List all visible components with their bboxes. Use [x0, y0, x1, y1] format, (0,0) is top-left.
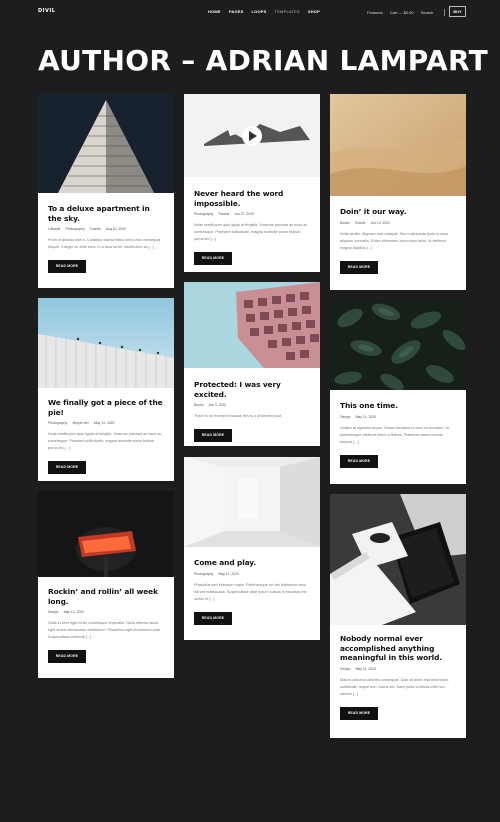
post-excerpt: Mauris placerat ultricies consequat. Dui… [340, 677, 449, 696]
post-date: Aug 10, 2020 [105, 227, 126, 231]
nav-search[interactable]: Search [421, 10, 434, 15]
post-meta: Lifestyle Photography Travels Aug 10, 20… [48, 227, 164, 231]
read-more-button[interactable]: READ MORE [194, 611, 232, 625]
post-meta: Photography Travels Jun 27, 2020 [194, 212, 310, 216]
post-date: May 12, 2020 [218, 571, 239, 576]
main-nav: HOME PAGES LOOPS TEMPLATES SHOP [208, 9, 320, 14]
site-header: DIVIL HOME PAGES LOOPS TEMPLATES SHOP Fe… [0, 0, 500, 24]
post-category[interactable]: Books [340, 221, 349, 225]
post-excerpt: Phasellus sed interdum turpis. Pellentes… [194, 582, 307, 601]
post-title[interactable]: Never heard the word impossible. [194, 189, 310, 208]
read-more-button[interactable]: READ MORE [340, 260, 378, 274]
post-category[interactable]: Design [48, 610, 59, 614]
post-image[interactable] [38, 491, 174, 577]
post-card: We finally got a piece of the pie! Photo… [38, 298, 174, 481]
post-meta: Design May 14, 2020 [340, 415, 456, 419]
post-title[interactable]: Rockin’ and rollin’ all week long. [48, 587, 164, 606]
post-title[interactable]: Doin’ it our way. [340, 207, 456, 217]
post-category[interactable]: Travels [354, 221, 365, 225]
post-excerpt: Proin id gravida libero. Curabitur lacin… [48, 238, 161, 249]
post-title[interactable]: This one time. [340, 401, 456, 411]
post-excerpt: Nulla id sem eget tortor scelerisque imp… [48, 621, 162, 639]
post-date: May 14, 2020 [355, 414, 377, 419]
post-card: To a deluxe apartment in the sky. Lifest… [38, 94, 174, 288]
post-excerpt: Nulla facilisi. Aliquam erat volutpat. S… [340, 231, 449, 250]
read-more-button[interactable]: READ MORE [194, 252, 232, 265]
page-title: AUTHOR – ADRIAN LAMPART [38, 44, 488, 77]
nav-home[interactable]: HOME [208, 9, 221, 14]
read-more-button[interactable]: READ MORE [48, 260, 86, 273]
read-more-button[interactable]: READ MORE [340, 706, 378, 720]
post-meta: Design May 13, 2020 [48, 610, 164, 614]
post-date: May 11, 2020 [355, 666, 376, 671]
post-date: May 14, 2020 [93, 421, 115, 425]
post-excerpt: Nullam at egestas neque. Donec tincidunt… [340, 425, 450, 444]
nav-cart[interactable]: Cart — $0.00 [390, 10, 414, 15]
post-image[interactable] [330, 300, 466, 390]
post-image[interactable] [184, 94, 320, 177]
post-card: Protected: I was very excited. Books Jan… [184, 282, 320, 446]
nav-loops[interactable]: LOOPS [252, 9, 267, 14]
post-image[interactable] [38, 298, 174, 388]
post-title[interactable]: Come and play. [194, 558, 310, 568]
nav-shop[interactable]: SHOP [308, 9, 320, 14]
buy-button[interactable]: BUY [449, 6, 466, 17]
post-image[interactable] [184, 282, 320, 368]
secondary-nav: Features Cart — $0.00 Search [367, 9, 449, 16]
post-card: Nobody normal ever accomplished anything… [330, 494, 466, 738]
post-date: Jan 3, 2020 [208, 403, 227, 407]
post-title[interactable]: To a deluxe apartment in the sky. [48, 204, 164, 223]
post-meta: Books Travels Jun 14, 2020 [340, 221, 456, 225]
post-card: Rockin’ and rollin’ all week long. Desig… [38, 491, 174, 678]
site-logo[interactable]: DIVIL [38, 8, 55, 14]
post-card: This one time. Design May 14, 2020 Nulla… [330, 300, 466, 484]
read-more-button[interactable]: READ MORE [48, 461, 86, 474]
post-category[interactable]: Design [340, 667, 351, 671]
post-image[interactable] [38, 94, 174, 193]
post-meta: Photography Simple Mix May 14, 2020 [48, 421, 164, 425]
post-category[interactable]: Photography [48, 421, 67, 425]
post-date: Jun 27, 2020 [234, 212, 254, 216]
post-meta: Books Jan 3, 2020 [194, 403, 310, 407]
post-title[interactable]: Nobody normal ever accomplished anything… [340, 634, 456, 663]
post-category[interactable]: Travels [218, 212, 229, 216]
nav-divider [444, 9, 446, 16]
post-category[interactable]: Photography [194, 212, 213, 216]
post-excerpt: Nulla vestibulum quis ligula at fringill… [48, 432, 162, 450]
nav-features[interactable]: Features [367, 10, 383, 15]
post-category[interactable]: Books [194, 403, 203, 407]
post-date: May 13, 2020 [63, 610, 85, 614]
post-excerpt: Nulla vestibulum quis ligula at fringill… [194, 223, 308, 241]
nav-templates[interactable]: TEMPLATES [275, 9, 300, 14]
post-category[interactable]: Photography [194, 572, 213, 576]
read-more-button[interactable]: READ MORE [194, 429, 232, 442]
post-image[interactable] [330, 494, 466, 625]
post-category[interactable]: Design [340, 415, 351, 419]
post-excerpt: There is no excerpt because this is a pr… [194, 414, 283, 418]
read-more-button[interactable]: READ MORE [48, 650, 86, 663]
post-card: Doin’ it our way. Books Travels Jun 14, … [330, 94, 466, 290]
post-date: Jun 14, 2020 [370, 220, 391, 225]
read-more-button[interactable]: READ MORE [340, 454, 378, 468]
post-card: Come and play. Photography May 12, 2020 … [184, 457, 320, 640]
post-title[interactable]: Protected: I was very excited. [194, 380, 310, 399]
post-meta: Design May 11, 2020 [340, 667, 456, 671]
post-title[interactable]: We finally got a piece of the pie! [48, 398, 164, 417]
post-image[interactable] [330, 94, 466, 196]
post-category[interactable]: Photography [65, 227, 84, 231]
nav-pages[interactable]: PAGES [229, 9, 244, 14]
post-category[interactable]: Travels [90, 227, 101, 231]
post-category[interactable]: Lifestyle [48, 227, 60, 231]
post-meta: Photography May 12, 2020 [194, 572, 310, 576]
post-image[interactable] [184, 457, 320, 547]
post-category[interactable]: Simple Mix [72, 421, 89, 425]
post-card: Never heard the word impossible. Photogr… [184, 94, 320, 272]
